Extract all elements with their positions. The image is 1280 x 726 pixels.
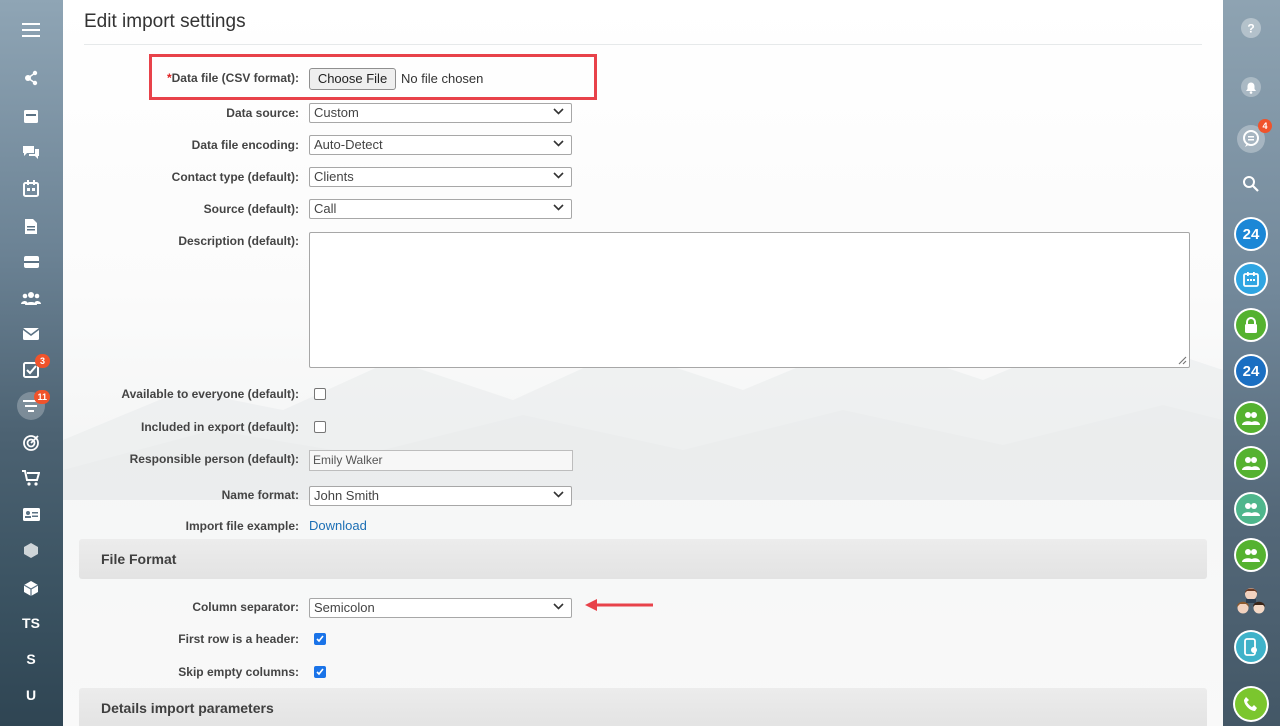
crm-filter-icon[interactable]: 11 <box>12 390 50 422</box>
document-icon[interactable] <box>12 210 50 242</box>
tasks-badge: 3 <box>35 354 50 368</box>
avatars-icon[interactable] <box>1234 584 1268 618</box>
name-format-label: Name format: <box>221 488 299 502</box>
included-export-label: Included in export (default): <box>141 420 299 434</box>
target-icon[interactable] <box>12 426 50 458</box>
chevron-down-icon <box>553 603 564 610</box>
name-format-select[interactable]: John Smith <box>309 486 572 506</box>
workgroup-s[interactable]: S <box>12 643 50 675</box>
check-icon <box>316 635 324 643</box>
workgroup-u[interactable]: U <box>12 679 50 711</box>
skip-empty-label: Skip empty columns: <box>178 665 299 679</box>
file-format-title: File Format <box>101 551 177 567</box>
encoding-value: Auto-Detect <box>314 137 383 152</box>
column-separator-select[interactable]: Semicolon <box>309 598 572 618</box>
source-value: Call <box>314 201 337 216</box>
messenger-badge: 4 <box>1258 119 1272 133</box>
inbox-icon[interactable] <box>12 246 50 278</box>
skip-empty-checkbox[interactable] <box>314 666 326 678</box>
contact-type-value: Clients <box>314 169 354 184</box>
lock-icon[interactable] <box>1234 308 1268 342</box>
first-row-header-checkbox[interactable] <box>314 633 326 645</box>
encoding-label: Data file encoding: <box>191 138 299 152</box>
resize-grip-icon[interactable] <box>1177 355 1187 365</box>
feed-icon[interactable] <box>12 62 50 94</box>
bitrix24-icon[interactable]: 24 <box>1234 217 1268 251</box>
source-select[interactable]: Call <box>309 199 572 219</box>
contact-type-select[interactable]: Clients <box>309 167 572 187</box>
id-card-icon[interactable] <box>12 498 50 530</box>
highlight-box <box>149 54 597 100</box>
cart-icon[interactable] <box>12 462 50 494</box>
description-label: Description (default): <box>178 234 299 248</box>
cube-icon[interactable] <box>12 572 50 604</box>
file-format-section: File Format <box>79 539 1207 579</box>
left-sidebar: 3 11 TS S U <box>0 0 63 726</box>
page-title: Edit import settings <box>84 11 246 32</box>
svg-text:?: ? <box>1247 22 1254 36</box>
download-link[interactable]: Download <box>309 518 367 533</box>
responsible-input[interactable]: Emily Walker <box>309 450 573 471</box>
group-icon[interactable] <box>1234 538 1268 572</box>
bitrix24-label: 24 <box>1236 356 1266 386</box>
calendar-card-icon[interactable] <box>12 100 50 132</box>
main-panel: Edit import settings *Data file (CSV for… <box>63 0 1223 726</box>
contact-type-label: Contact type (default): <box>171 170 299 184</box>
bitrix24-label: 24 <box>1236 219 1266 249</box>
description-textarea[interactable] <box>309 232 1190 368</box>
chevron-down-icon <box>553 140 564 147</box>
tasks-icon[interactable]: 3 <box>12 354 50 386</box>
chevron-down-icon <box>553 204 564 211</box>
crm-badge: 11 <box>34 390 50 404</box>
group-icon[interactable] <box>1234 401 1268 435</box>
calendar-icon[interactable] <box>12 172 50 204</box>
included-export-checkbox[interactable] <box>314 421 326 433</box>
import-example-label: Import file example: <box>185 519 299 533</box>
chevron-down-icon <box>553 172 564 179</box>
bell-icon[interactable] <box>1234 70 1268 104</box>
mail-icon[interactable] <box>12 318 50 350</box>
title-divider <box>84 44 1202 45</box>
phone-device-icon[interactable] <box>1234 630 1268 664</box>
responsible-label: Responsible person (default): <box>129 452 299 466</box>
right-sidebar: ? 4 24 24 <box>1223 0 1280 726</box>
details-import-title: Details import parameters <box>101 700 274 716</box>
group-icon[interactable] <box>1234 492 1268 526</box>
phone-call-icon[interactable] <box>1233 686 1269 722</box>
first-row-header-label: First row is a header: <box>178 632 299 646</box>
contacts-icon[interactable] <box>12 282 50 314</box>
available-everyone-checkbox[interactable] <box>314 388 326 400</box>
chevron-down-icon <box>553 108 564 115</box>
group-icon[interactable] <box>1234 446 1268 480</box>
details-import-section: Details import parameters <box>79 688 1207 726</box>
column-separator-value: Semicolon <box>314 600 375 615</box>
name-format-value: John Smith <box>314 488 380 503</box>
chat-icon[interactable] <box>12 136 50 168</box>
source-label: Source (default): <box>203 202 299 216</box>
encoding-select[interactable]: Auto-Detect <box>309 135 572 155</box>
hamburger-menu-icon[interactable] <box>16 18 46 42</box>
bitrix24-icon[interactable]: 24 <box>1234 354 1268 388</box>
search-icon[interactable] <box>1234 167 1268 201</box>
annotation-arrow <box>585 599 653 611</box>
data-source-select[interactable]: Custom <box>309 103 572 123</box>
workgroup-ts[interactable]: TS <box>12 607 50 639</box>
available-everyone-label: Available to everyone (default): <box>121 387 299 401</box>
data-source-value: Custom <box>314 105 359 120</box>
chevron-down-icon <box>553 491 564 498</box>
messenger-icon[interactable]: 4 <box>1234 119 1272 156</box>
column-separator-label: Column separator: <box>192 600 299 614</box>
data-source-label: Data source: <box>226 106 299 120</box>
help-icon[interactable]: ? <box>1234 11 1268 45</box>
cube-icon[interactable] <box>12 534 50 566</box>
check-icon <box>316 668 324 676</box>
calendar-icon[interactable] <box>1234 262 1268 296</box>
